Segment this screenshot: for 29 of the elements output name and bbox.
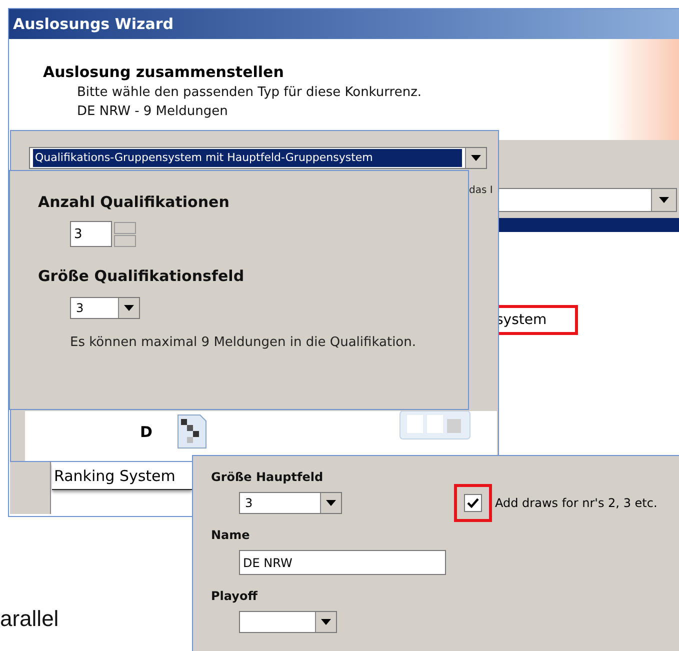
- name-field[interactable]: DE NRW: [239, 550, 446, 575]
- dropdown-arrow-icon: [326, 500, 336, 506]
- dropdown[interactable]: [497, 188, 677, 212]
- draw-type-dropdown[interactable]: Qualifikations-Gruppensystem mit Hauptfeld-Gruppensystem: [29, 147, 487, 169]
- qualifications-spinner[interactable]: 3: [70, 221, 112, 247]
- main-field-size-label: Größe Hauptfeld: [211, 470, 324, 484]
- playoff-label: Playoff: [211, 589, 259, 603]
- add-draws-label: Add draws for nr's 2, 3 etc.: [495, 496, 658, 510]
- dropdown-arrow-icon: [659, 197, 669, 203]
- wizard-subtitle: Bitte wähle den passenden Typ für diese Konkurrenz.: [77, 85, 423, 100]
- add-draws-checkbox[interactable]: [464, 494, 482, 512]
- grid-document-icon: [177, 414, 207, 449]
- qualification-note: Es können maximal 9 Meldungen in die Qualifikation.: [70, 335, 418, 350]
- window-title: Auslosungs Wizard: [9, 9, 679, 39]
- field-size-label: Größe Qualifikationsfeld: [38, 267, 246, 285]
- entry-info: DE NRW - 9 Meldungen: [77, 104, 229, 119]
- qualifications-label: Anzahl Qualifikationen: [38, 193, 230, 211]
- hint-text: das I: [469, 185, 493, 196]
- main-field-size-dropdown[interactable]: 3: [239, 492, 342, 514]
- letter-label: D: [140, 423, 152, 441]
- dropdown-arrow-icon: [321, 619, 331, 625]
- dropdown-arrow-icon: [124, 305, 134, 311]
- dropdown-arrow-icon: [471, 155, 481, 161]
- playoff-dropdown[interactable]: [239, 611, 337, 633]
- name-label: Name: [211, 528, 251, 542]
- background-text: arallel: [0, 606, 59, 632]
- field-size-dropdown[interactable]: 3: [70, 297, 140, 319]
- ranking-system-item[interactable]: Ranking System: [52, 462, 192, 490]
- wizard-heading: Auslosung zusammenstellen: [43, 63, 285, 81]
